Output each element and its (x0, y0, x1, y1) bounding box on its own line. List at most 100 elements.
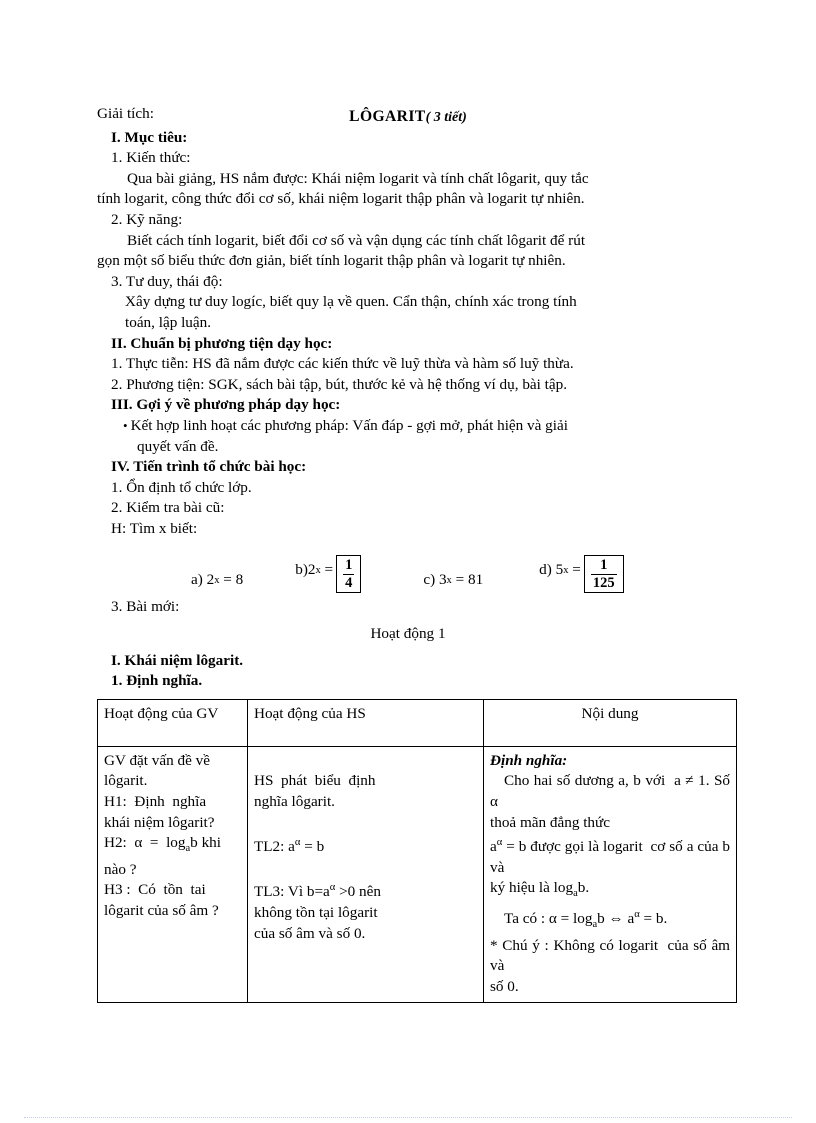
table-body-row: GV đặt vấn đề về lôgarit. H1: Định nghĩa… (97, 745, 737, 1003)
equation-d-base: 5 (555, 561, 564, 579)
equation-d-label: d) (539, 561, 552, 579)
subheading-attitude: 3. Tư duy, thái độ: (111, 272, 223, 290)
table-cell-gv: GV đặt vấn đề về lôgarit. H1: Định nghĩa… (97, 745, 248, 1003)
heading-objectives: I. Mục tiêu: (111, 128, 188, 146)
hs-spacer-1 (254, 813, 477, 834)
document-title-row: LÔGARIT( 3 tiết) (97, 106, 719, 128)
hs-tl2-prefix: TL2: a (254, 838, 295, 856)
content-l5-suffix: = b. (639, 910, 668, 928)
content-line-6: * Chú ý : Không có logarit của số âm và (490, 936, 734, 975)
equation-d-equals: = (572, 561, 581, 579)
skills-line-2: gọn một số biểu thức đơn giản, biết tính… (97, 252, 566, 270)
content-line-7: số 0. (490, 977, 519, 995)
content-l4-suffix: b. (577, 879, 590, 897)
heading-methods: III. Gợi ý về phương pháp dạy học: (111, 396, 341, 414)
equation-c-base: 3 (438, 571, 447, 589)
equation-b-boxed-fraction: 14 (336, 555, 362, 594)
question-prompt: H: Tìm x biết: (111, 519, 198, 537)
content-line-1: Cho hai số dương a, b với a ≠ 1. Số α (490, 772, 734, 811)
hs-line-1: HS phát biểu định (254, 772, 376, 790)
gv-line-1: GV đặt vấn đề về (104, 751, 211, 769)
gv-line-7: H3 : Có tồn tai (104, 881, 206, 899)
equation-d: d) 5x = 1 125 (539, 551, 624, 594)
content-l3-mid: = b được gọi là logarit cơ số a của b và (490, 838, 734, 876)
gv-line-5: H2: α = logab khi (104, 833, 241, 860)
content-l5-prefix: Ta có : α = log (504, 910, 593, 928)
hs-line-2: nghĩa lôgarit. (254, 793, 335, 811)
equation-c-value: 81 (467, 571, 484, 589)
equation-c-equals: = (455, 571, 465, 589)
table-header-row: Hoạt động của GV Hoạt động của HS Nội du… (97, 698, 737, 747)
equation-a-base: 2 (206, 571, 215, 589)
equation-a-exponent: x (214, 574, 220, 586)
equation-d-denominator: 125 (590, 573, 617, 591)
content-l5-mid: b ⇔ a (597, 910, 635, 928)
table-header-hs: Hoạt động của HS (247, 698, 484, 747)
equation-a: a) 2x = 8 (191, 571, 243, 589)
equation-c-label: c) (423, 571, 436, 589)
equation-a-value: 8 (235, 571, 244, 589)
equation-row: a) 2x = 8 b) 2 x = 1 4 c) 3x = 81 d) 5x = 1 12… (97, 545, 719, 594)
table-cell-content: Định nghĩa: Cho hai số dương a, b với a … (483, 745, 737, 1003)
activity-label: Hoạt động 1 (370, 625, 446, 643)
equation-b: b) 2 x = 1 4 (295, 551, 362, 594)
hs-tl3-prefix: TL3: Vì b=a (254, 883, 330, 901)
equation-b-numerator: 1 (345, 557, 353, 574)
document-body: Giải tích: LÔGARIT( 3 tiết) I. Mục tiêu:… (97, 104, 737, 1003)
heading-concept: I. Khái niệm lôgarit. (111, 651, 244, 669)
heading-definition: 1. Định nghĩa. (111, 672, 203, 690)
methods-bullet-line-2: quyết vấn đề. (137, 437, 219, 455)
knowledge-line-1: Qua bài giảng, HS nắm được: Khái niệm lo… (127, 169, 589, 187)
page-footer-divider (24, 1117, 792, 1118)
heading-procedure: IV. Tiến trình tổ chức bài học: (111, 458, 307, 476)
hs-line-5: không tồn tại lôgarit (254, 904, 378, 922)
hs-line-4: TL3: Vì b=aα >0 nên (254, 878, 477, 903)
equation-a-equals: = (223, 571, 232, 589)
equation-b-exponent: x (315, 564, 321, 576)
table-cell-hs: HS phát biểu định nghĩa lôgarit. TL2: aα… (247, 745, 484, 1003)
subheading-skills: 2. Kỹ năng: (111, 210, 183, 228)
procedure-item-3: 3. Bài mới: (111, 598, 180, 616)
procedure-item-1: 1. Ổn định tổ chức lớp. (111, 478, 252, 496)
content-l3-prefix: a (490, 838, 497, 856)
gv-line-4: khái niệm lôgarit? (104, 813, 215, 831)
equation-d-exponent: x (563, 564, 569, 576)
equation-c: c) 3x = 81 (423, 571, 483, 589)
equation-d-boxed-fraction: 1 125 (583, 555, 624, 594)
lesson-plan-table: Hoạt động của GV Hoạt động của HS Nội du… (97, 698, 737, 1003)
document-page: Giải tích: LÔGARIT( 3 tiết) I. Mục tiêu:… (0, 0, 816, 1123)
content-l4-prefix: ký hiệu là log (490, 879, 574, 897)
table-header-content: Nội dung (483, 698, 737, 747)
heading-preparation: II. Chuẩn bị phương tiện dạy học: (111, 334, 333, 352)
content-line-5: Ta có : α = logab ⇔ aα = b. (490, 905, 730, 936)
gv-line-6: nào ? (104, 860, 137, 878)
content-line-4: ký hiệu là logab. (490, 878, 730, 905)
gv-line-2: lôgarit. (104, 772, 148, 790)
gv-h2-suffix: b khi (190, 834, 221, 852)
content-definition-heading: Định nghĩa: (490, 751, 568, 769)
page-title: LÔGARIT (349, 107, 426, 125)
equation-d-numerator: 1 (600, 557, 608, 574)
attitude-line-1: Xây dựng tư duy logíc, biết quy lạ về qu… (125, 293, 577, 311)
equation-b-base: 2 (307, 561, 316, 579)
methods-bullet-item: • Kết hợp linh hoạt các phương pháp: Vấn… (97, 416, 719, 437)
equation-b-denominator: 4 (343, 573, 355, 591)
hs-spacer-top (254, 751, 477, 772)
content-line-2: thoả mãn đẳng thức (490, 813, 610, 831)
attitude-line-2: toán, lập luận. (125, 313, 212, 331)
hs-line-6: của số âm và số 0. (254, 924, 366, 942)
hs-line-3: TL2: aα = b (254, 833, 477, 858)
gv-line-3: H1: Định nghĩa (104, 793, 207, 811)
gv-h2-prefix: H2: α = log (104, 834, 186, 852)
hs-tl2-suffix: = b (300, 838, 325, 856)
methods-bullet-line-1: Kết hợp linh hoạt các phương pháp: Vấn đ… (130, 416, 568, 434)
equation-b-equals: = (324, 561, 334, 579)
hs-tl3-suffix: >0 nên (335, 883, 381, 901)
bullet-icon: • (123, 417, 128, 433)
hs-spacer-2 (254, 858, 477, 879)
content-line-3: aα = b được gọi là logarit cơ số a của b… (490, 833, 730, 878)
gv-line-8: lôgarit của số âm ? (104, 902, 219, 920)
subheading-knowledge: 1. Kiến thức: (111, 149, 191, 167)
table-header-gv: Hoạt động của GV (97, 698, 248, 747)
title-note: ( 3 tiết) (425, 109, 467, 125)
